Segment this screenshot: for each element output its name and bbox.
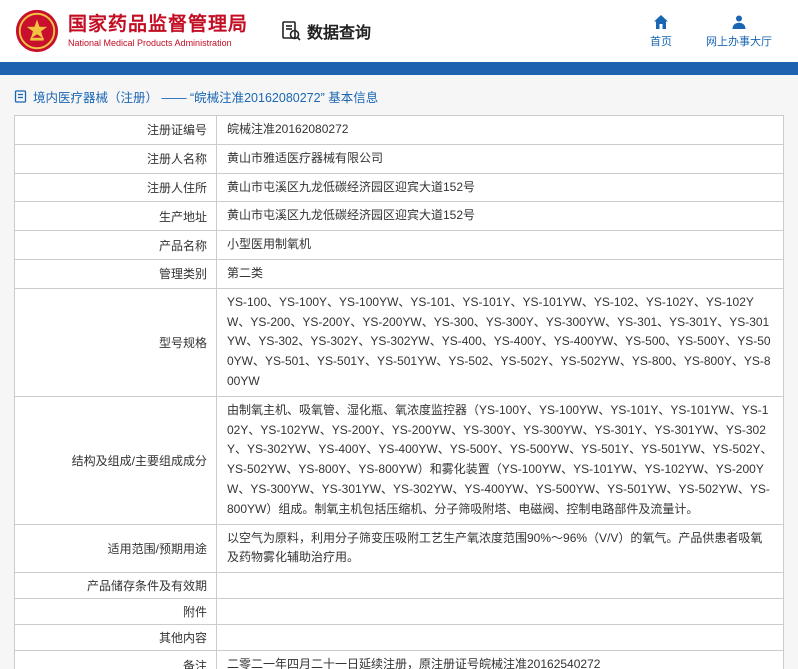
- field-label: 注册证编号: [15, 116, 217, 145]
- field-value: 二零二一年四月二十一日延续注册，原注册证号皖械注准20162540272: [217, 651, 784, 669]
- field-value: YS-100、YS-100Y、YS-100YW、YS-101、YS-101Y、Y…: [217, 288, 784, 396]
- table-row: 注册证编号皖械注准20162080272: [15, 116, 784, 145]
- main-content: 境内医疗器械（注册） —— “皖械注准20162080272” 基本信息 注册证…: [0, 75, 798, 669]
- field-value: 皖械注准20162080272: [217, 116, 784, 145]
- service-hall-link[interactable]: 网上办事大厅: [706, 14, 772, 49]
- field-value: 小型医用制氧机: [217, 231, 784, 260]
- data-query-label: 数据查询: [307, 19, 371, 43]
- header-divider-bar: [0, 62, 798, 75]
- national-emblem-icon: [14, 8, 60, 54]
- table-row: 生产地址黄山市屯溪区九龙低碳经济园区迎宾大道152号: [15, 202, 784, 231]
- field-value: 由制氧主机、吸氧管、湿化瓶、氧浓度监控器（YS-100Y、YS-100YW、YS…: [217, 396, 784, 524]
- table-row: 备注二零二一年四月二十一日延续注册，原注册证号皖械注准20162540272: [15, 651, 784, 669]
- registration-info-table: 注册证编号皖械注准20162080272注册人名称黄山市雅适医疗器械有限公司注册…: [14, 115, 784, 669]
- document-search-icon: [280, 20, 302, 42]
- field-label: 适用范围/预期用途: [15, 524, 217, 573]
- file-icon: [14, 90, 27, 103]
- field-value: 黄山市屯溪区九龙低碳经济园区迎宾大道152号: [217, 202, 784, 231]
- field-value: 黄山市屯溪区九龙低碳经济园区迎宾大道152号: [217, 173, 784, 202]
- table-row: 管理类别第二类: [15, 259, 784, 288]
- org-names: 国家药品监督管理局 National Medical Products Admi…: [68, 14, 248, 48]
- field-value: 以空气为原料，利用分子筛变压吸附工艺生产氧浓度范围90%～96%（V/V）的氧气…: [217, 524, 784, 573]
- table-row: 附件: [15, 599, 784, 625]
- page: 国家药品监督管理局 National Medical Products Admi…: [0, 0, 798, 669]
- data-query-nav[interactable]: 数据查询: [280, 19, 371, 43]
- home-icon: [653, 14, 669, 30]
- field-label: 管理类别: [15, 259, 217, 288]
- breadcrumb-text: 境内医疗器械（注册） —— “皖械注准20162080272” 基本信息: [33, 87, 378, 106]
- field-value: [217, 625, 784, 651]
- table-row: 产品储存条件及有效期: [15, 573, 784, 599]
- service-hall-label: 网上办事大厅: [706, 33, 772, 49]
- home-link-label: 首页: [650, 33, 672, 49]
- field-value: [217, 573, 784, 599]
- header-quick-links: 首页 网上办事大厅: [650, 14, 782, 49]
- field-label: 产品储存条件及有效期: [15, 573, 217, 599]
- table-row: 适用范围/预期用途以空气为原料，利用分子筛变压吸附工艺生产氧浓度范围90%～96…: [15, 524, 784, 573]
- table-row: 其他内容: [15, 625, 784, 651]
- person-icon: [731, 14, 747, 30]
- field-label: 注册人住所: [15, 173, 217, 202]
- field-label: 注册人名称: [15, 144, 217, 173]
- field-label: 型号规格: [15, 288, 217, 396]
- org-name-cn: 国家药品监督管理局: [68, 14, 248, 36]
- field-label: 备注: [15, 651, 217, 669]
- field-label: 生产地址: [15, 202, 217, 231]
- table-row: 注册人名称黄山市雅适医疗器械有限公司: [15, 144, 784, 173]
- table-row: 产品名称小型医用制氧机: [15, 231, 784, 260]
- field-value: 第二类: [217, 259, 784, 288]
- field-label: 附件: [15, 599, 217, 625]
- field-label: 其他内容: [15, 625, 217, 651]
- field-value: [217, 599, 784, 625]
- logo-block: 国家药品监督管理局 National Medical Products Admi…: [14, 8, 248, 54]
- field-value: 黄山市雅适医疗器械有限公司: [217, 144, 784, 173]
- breadcrumb: 境内医疗器械（注册） —— “皖械注准20162080272” 基本信息: [14, 87, 784, 106]
- table-row: 结构及组成/主要组成成分由制氧主机、吸氧管、湿化瓶、氧浓度监控器（YS-100Y…: [15, 396, 784, 524]
- home-link[interactable]: 首页: [650, 14, 672, 49]
- org-name-en: National Medical Products Administration: [68, 38, 248, 48]
- site-header: 国家药品监督管理局 National Medical Products Admi…: [0, 0, 798, 62]
- table-row: 注册人住所黄山市屯溪区九龙低碳经济园区迎宾大道152号: [15, 173, 784, 202]
- field-label: 结构及组成/主要组成成分: [15, 396, 217, 524]
- field-label: 产品名称: [15, 231, 217, 260]
- table-row: 型号规格YS-100、YS-100Y、YS-100YW、YS-101、YS-10…: [15, 288, 784, 396]
